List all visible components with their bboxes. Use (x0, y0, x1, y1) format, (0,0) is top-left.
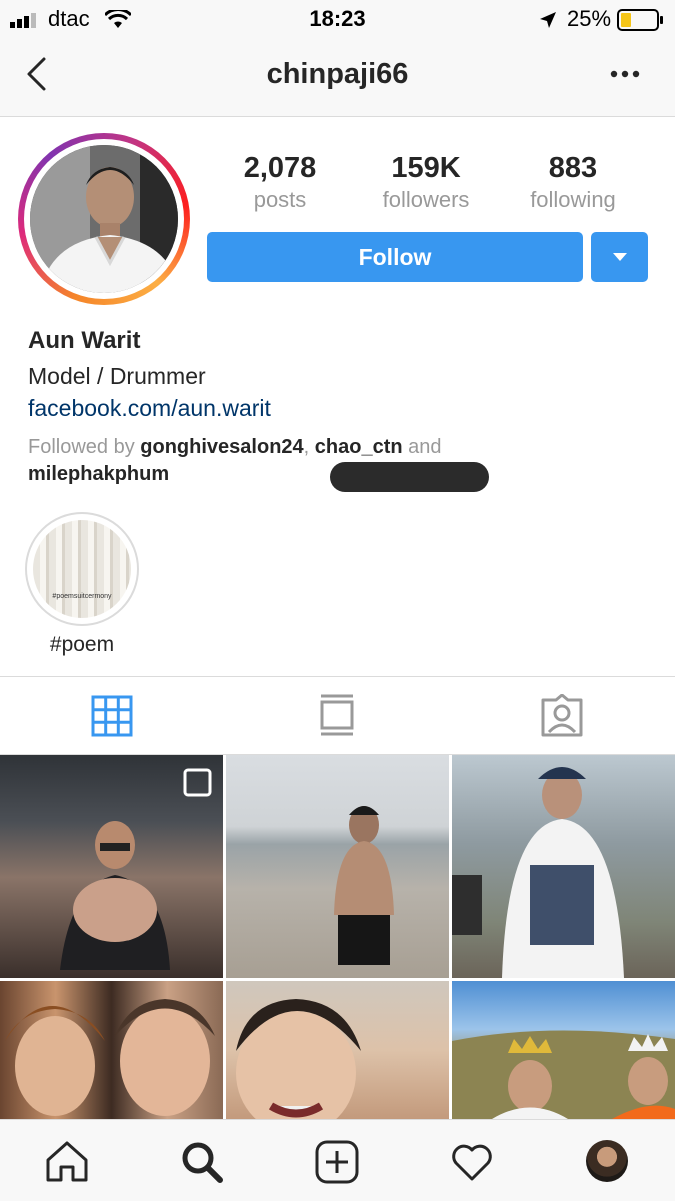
mutual-follower-3[interactable]: milephakphum (28, 463, 169, 485)
redaction-bar (330, 462, 489, 492)
battery-icon (617, 9, 663, 31)
profile-tabs (0, 676, 675, 755)
highlight-thumbnail[interactable]: #poemsuitcermony (33, 520, 131, 618)
follow-button[interactable]: Follow (207, 232, 583, 282)
post-thumbnail-4[interactable] (0, 981, 223, 1119)
person-photo (30, 145, 178, 293)
display-name: Aun Warit (28, 327, 141, 354)
multiple-photos-icon (183, 768, 212, 797)
search-icon[interactable] (180, 1140, 224, 1184)
status-bar: dtac 18:23 25% (0, 0, 675, 40)
post-thumbnail-2[interactable] (226, 755, 449, 978)
feed-icon[interactable] (318, 693, 356, 737)
post-thumbnail-5[interactable] (226, 981, 449, 1119)
bio-link[interactable]: facebook.com/aun.warit (28, 395, 271, 422)
location-arrow-icon (540, 12, 556, 28)
post-thumbnail-1[interactable] (0, 755, 223, 978)
highlight-label[interactable]: #poem (18, 633, 146, 657)
suggested-accounts-button[interactable] (591, 232, 648, 282)
home-icon[interactable] (45, 1140, 89, 1182)
activity-heart-icon[interactable] (450, 1142, 494, 1182)
followers-count[interactable]: 159K followers (351, 152, 501, 213)
posts-count: 2,078 posts (243, 152, 317, 212)
more-options-icon[interactable] (610, 70, 640, 78)
post-thumbnail-3[interactable] (452, 755, 675, 978)
highlight-thumb-text: #poemsuitcermony (52, 593, 112, 600)
bottom-navigation (0, 1119, 675, 1201)
new-post-icon[interactable] (315, 1140, 359, 1184)
profile-tab-avatar[interactable] (586, 1140, 628, 1182)
profile-username: chinpaji66 (266, 58, 409, 90)
profile-nav-bar: chinpaji66 (0, 40, 675, 117)
battery-percent: 25% (567, 6, 612, 31)
post-thumbnail-6[interactable] (452, 981, 675, 1119)
caret-down-icon (612, 253, 627, 261)
mutual-follower-2[interactable]: chao_ctn (315, 436, 403, 458)
profile-avatar[interactable] (30, 145, 178, 293)
following-count[interactable]: 883 following (498, 152, 648, 213)
tagged-icon[interactable] (539, 694, 585, 738)
bio-text: Model / Drummer (28, 363, 206, 389)
mutual-follower-1[interactable]: gonghivesalon24 (140, 436, 303, 458)
grid-icon[interactable] (91, 695, 133, 737)
